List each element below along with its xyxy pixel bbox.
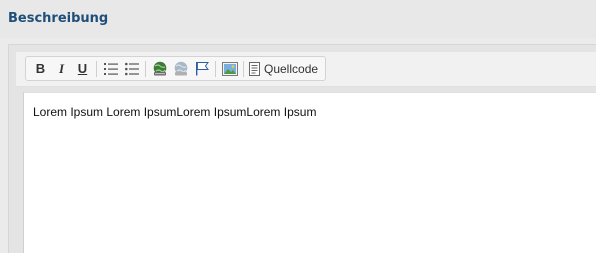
italic-button[interactable]: I xyxy=(51,58,72,79)
bullet-list-icon xyxy=(124,62,139,75)
link-button[interactable] xyxy=(149,58,170,79)
toolbar-separator xyxy=(96,60,97,77)
link-icon xyxy=(153,61,166,75)
section-title: Beschreibung xyxy=(8,11,109,26)
unlink-icon xyxy=(174,61,187,75)
editor-content-area[interactable]: Lorem Ipsum Lorem IpsumLorem IpsumLorem … xyxy=(23,92,596,253)
source-document-icon xyxy=(249,61,260,76)
toolbar-separator xyxy=(215,60,216,77)
image-icon xyxy=(221,61,238,76)
editor-toolbar: B I U Quellcode xyxy=(25,56,327,81)
bullet-list-button[interactable] xyxy=(121,58,142,79)
bold-button[interactable]: B xyxy=(30,58,51,79)
anchor-button[interactable] xyxy=(191,58,212,79)
underline-button[interactable]: U xyxy=(72,58,93,79)
flag-icon xyxy=(195,62,209,76)
toolbar-separator xyxy=(145,60,146,77)
toolbar-separator xyxy=(243,60,244,77)
editor-content-text: Lorem Ipsum Lorem IpsumLorem IpsumLorem … xyxy=(33,105,317,119)
source-code-label: Quellcode xyxy=(264,61,319,76)
source-code-button[interactable]: Quellcode xyxy=(247,58,322,79)
numbered-list-button[interactable] xyxy=(100,58,121,79)
unlink-button[interactable] xyxy=(170,58,191,79)
numbered-list-icon xyxy=(103,62,118,75)
section-header: Beschreibung xyxy=(0,0,596,38)
image-button[interactable] xyxy=(219,58,240,79)
